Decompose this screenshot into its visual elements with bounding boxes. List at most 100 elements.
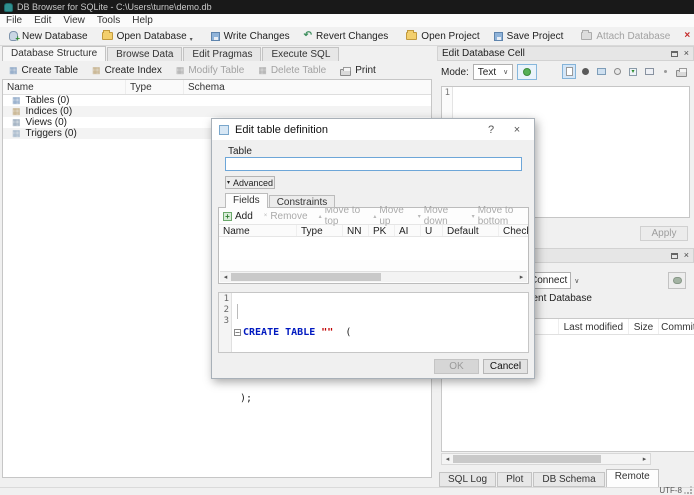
scrollbar-thumb[interactable] xyxy=(231,273,381,281)
tables-icon: ▦ xyxy=(12,95,21,105)
scroll-left-icon[interactable]: ◂ xyxy=(442,455,453,463)
auto-apply-button[interactable] xyxy=(517,64,538,80)
menu-view[interactable]: View xyxy=(57,15,91,26)
cancel-button[interactable]: Cancel xyxy=(483,359,528,374)
menu-edit[interactable]: Edit xyxy=(28,15,57,26)
open-in-app-button[interactable] xyxy=(610,64,624,79)
menu-bar: File Edit View Tools Help xyxy=(0,14,694,27)
chevron-down-icon: ∨ xyxy=(574,277,580,285)
close-dock-icon[interactable]: × xyxy=(684,251,689,260)
null-dot-icon xyxy=(663,70,667,73)
scroll-right-icon[interactable]: ▸ xyxy=(639,455,650,463)
column-header-ai[interactable]: AI xyxy=(395,225,421,236)
close-dock-icon[interactable]: × xyxy=(684,49,689,58)
column-header-last-modified[interactable]: Last modified xyxy=(559,319,629,334)
status-bar xyxy=(0,487,694,495)
save-project-button[interactable]: Save Project xyxy=(487,28,571,45)
resize-grip[interactable] xyxy=(690,492,692,494)
fields-group: + Add × Remove ▴ Move to top ▴ Move up ▾ xyxy=(218,205,529,284)
scrollbar-thumb[interactable] xyxy=(453,455,601,463)
tab-fields[interactable]: Fields xyxy=(225,193,268,208)
column-header-size[interactable]: Size xyxy=(629,319,660,334)
table-name-input[interactable] xyxy=(225,157,522,171)
sql-preview: 1 2 3 − CREATE TABLE "" ( ); xyxy=(218,292,529,404)
fields-horizontal-scrollbar[interactable]: ◂ ▸ xyxy=(220,271,527,282)
table-name-label: Table xyxy=(228,146,252,157)
revert-changes-button[interactable]: ↶ Revert Changes xyxy=(297,28,396,45)
open-database-menu-arrow[interactable]: ▾ xyxy=(190,36,193,45)
menu-file[interactable]: File xyxy=(0,15,28,26)
menu-tools[interactable]: Tools xyxy=(91,15,126,26)
tab-sql-log[interactable]: SQL Log xyxy=(439,472,497,487)
close-database-button[interactable]: × Close Database xyxy=(677,28,694,45)
dialog-title-bar[interactable]: Edit table definition ? × xyxy=(212,119,534,140)
tab-execute-sql[interactable]: Execute SQL xyxy=(262,47,340,61)
open-database-button[interactable]: Open Database ▾ xyxy=(95,28,200,45)
edit-table-definition-dialog: Edit table definition ? × Table ▾ Advanc… xyxy=(211,118,535,404)
export-data-button[interactable]: ▾ xyxy=(626,64,640,79)
create-index-icon: ▦ xyxy=(92,65,101,75)
create-index-button[interactable]: ▦ Create Index xyxy=(85,62,169,79)
dialog-help-button[interactable]: ? xyxy=(481,124,501,136)
menu-help[interactable]: Help xyxy=(126,15,159,26)
scroll-left-icon[interactable]: ◂ xyxy=(220,273,231,281)
cell-mode-select[interactable]: Text ∨ xyxy=(472,64,514,80)
set-null-button[interactable] xyxy=(658,64,672,79)
text-mode-button[interactable] xyxy=(562,64,576,79)
print-icon xyxy=(675,67,687,77)
tab-edit-pragmas[interactable]: Edit Pragmas xyxy=(183,47,262,61)
create-table-button[interactable]: ▦ Create Table xyxy=(2,62,85,79)
advanced-toggle-button[interactable]: ▾ Advanced xyxy=(225,176,275,189)
tab-constraints[interactable]: Constraints xyxy=(268,195,336,208)
sql-code: − CREATE TABLE "" ( ); xyxy=(232,293,528,404)
write-changes-button[interactable]: Write Changes xyxy=(204,28,297,45)
attach-database-icon xyxy=(581,30,593,40)
cloud-icon xyxy=(672,277,682,284)
binary-mode-button[interactable] xyxy=(578,64,592,79)
fields-table-body[interactable] xyxy=(219,237,528,260)
print-cell-button[interactable] xyxy=(674,64,688,79)
column-header-pk[interactable]: PK xyxy=(369,225,395,236)
float-dock-icon[interactable] xyxy=(670,50,678,57)
sql-line-numbers: 1 2 3 xyxy=(219,293,232,352)
column-header-nn[interactable]: NN xyxy=(343,225,369,236)
apply-cell-button: Apply xyxy=(640,226,688,241)
column-header-commit[interactable]: Commit xyxy=(659,319,694,334)
sql-line-3: ); xyxy=(240,393,253,404)
add-field-button[interactable]: + Add xyxy=(223,211,253,222)
import-data-button[interactable] xyxy=(594,64,608,79)
new-database-button[interactable]: + New Database xyxy=(2,28,95,45)
modify-table-icon: ▦ xyxy=(175,65,185,75)
scroll-right-icon[interactable]: ▸ xyxy=(516,273,527,281)
fold-collapse-icon[interactable]: − xyxy=(234,329,241,337)
fold-guide-line xyxy=(237,304,238,319)
tab-db-schema[interactable]: DB Schema xyxy=(533,472,605,487)
tree-item-tables[interactable]: ▦ Tables (0) xyxy=(3,95,431,106)
tab-database-structure[interactable]: Database Structure xyxy=(2,46,107,61)
column-header-field-name[interactable]: Name xyxy=(219,225,297,236)
move-to-top-button: ▴ Move to top xyxy=(318,205,361,227)
open-project-icon xyxy=(406,30,418,40)
fullscreen-button[interactable] xyxy=(642,64,656,79)
fields-toolbar: + Add × Remove ▴ Move to top ▴ Move up ▾ xyxy=(219,205,528,227)
print-button[interactable]: Print xyxy=(333,62,383,79)
column-header-name[interactable]: Name xyxy=(3,80,126,94)
remote-horizontal-scrollbar[interactable]: ◂ ▸ xyxy=(441,453,651,465)
tab-plot[interactable]: Plot xyxy=(497,472,533,487)
remote-connect-button[interactable] xyxy=(668,272,686,289)
tree-item-indices[interactable]: ▦ Indices (0) xyxy=(3,106,431,117)
column-header-schema[interactable]: Schema xyxy=(184,80,431,94)
column-header-type[interactable]: Type xyxy=(126,80,184,94)
column-header-check[interactable]: Check xyxy=(499,225,528,236)
float-dock-icon[interactable] xyxy=(670,252,678,259)
column-header-u[interactable]: U xyxy=(421,225,443,236)
tab-browse-data[interactable]: Browse Data xyxy=(107,47,183,61)
column-header-default[interactable]: Default xyxy=(443,225,499,236)
tab-remote[interactable]: Remote xyxy=(605,469,659,487)
column-header-field-type[interactable]: Type xyxy=(297,225,343,236)
encoding-indicator[interactable]: UTF-8 xyxy=(659,486,682,495)
open-project-button[interactable]: Open Project xyxy=(399,28,486,45)
sql-open-paren: ( xyxy=(345,327,352,338)
dialog-close-button[interactable]: × xyxy=(507,124,527,136)
sql-keyword: CREATE TABLE xyxy=(243,327,316,338)
